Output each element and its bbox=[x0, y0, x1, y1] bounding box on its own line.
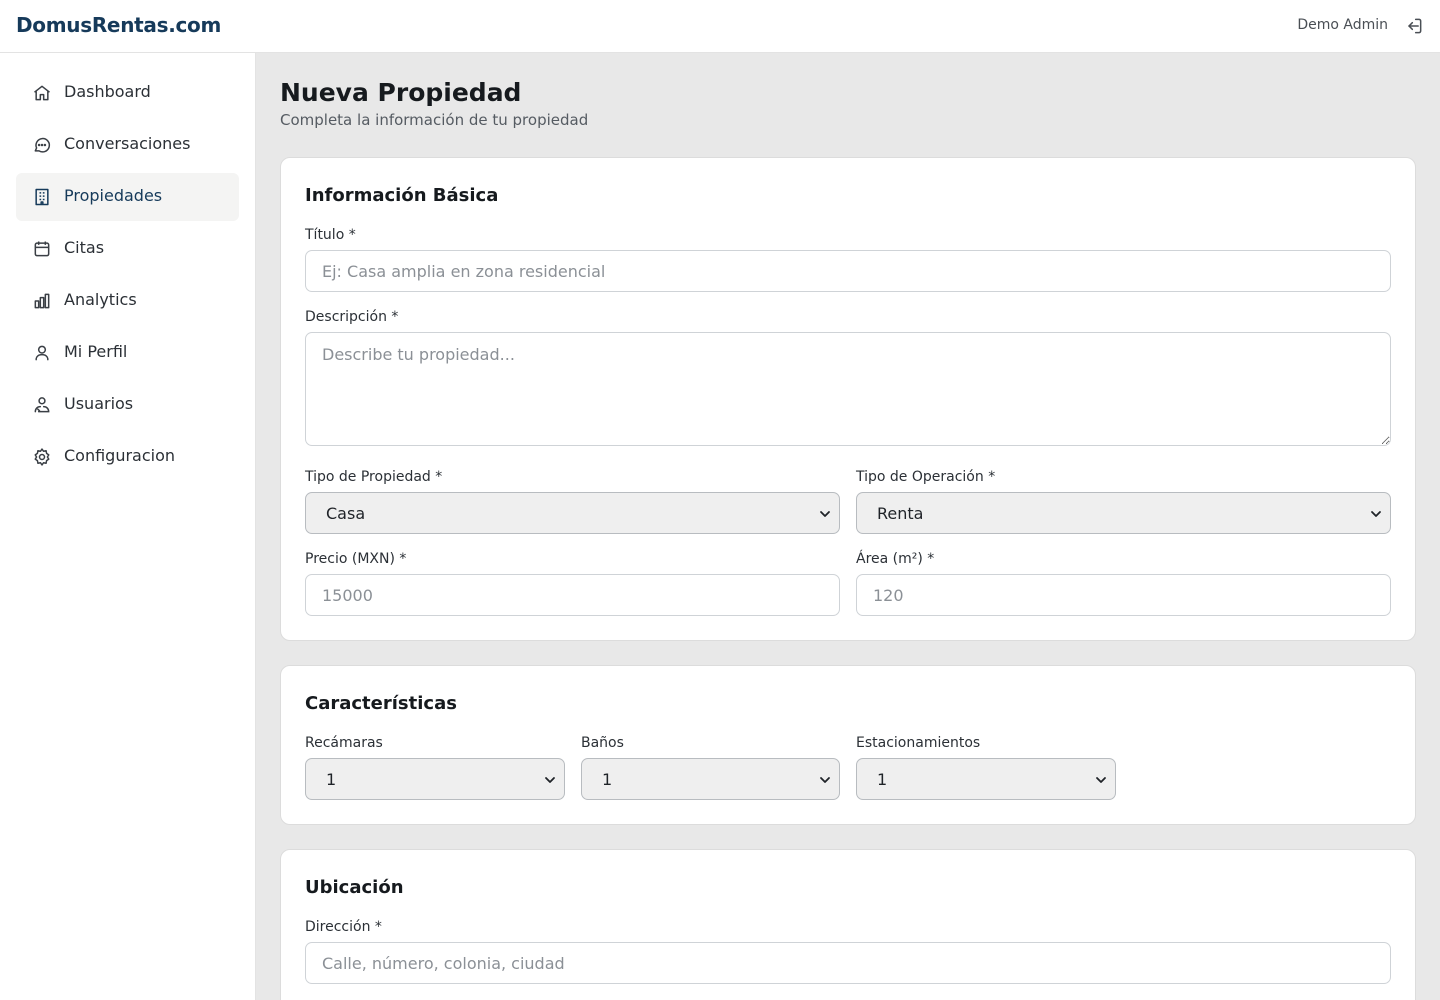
recamaras-select[interactable]: 1 bbox=[305, 758, 565, 800]
chevron-down-icon bbox=[820, 777, 830, 783]
titulo-input[interactable] bbox=[305, 250, 1391, 292]
sidebar-item-usuarios[interactable]: Usuarios bbox=[16, 381, 239, 429]
select-value: Renta bbox=[877, 504, 924, 523]
chevron-down-icon bbox=[545, 777, 555, 783]
user-name: Demo Admin bbox=[1297, 17, 1388, 33]
recamaras-label: Recámaras bbox=[305, 735, 383, 751]
gear-icon bbox=[34, 448, 50, 466]
sidebar-item-label: Propiedades bbox=[64, 186, 163, 205]
tipo-operacion-select[interactable]: Renta bbox=[856, 492, 1391, 534]
sidebar-item-dashboard[interactable]: Dashboard bbox=[16, 69, 239, 117]
users-icon bbox=[34, 397, 50, 413]
banos-label: Baños bbox=[581, 735, 624, 751]
section-title: Características bbox=[305, 693, 457, 714]
top-bar: DomusRentas.com Demo Admin bbox=[0, 0, 1440, 53]
titulo-label: Título * bbox=[305, 227, 356, 243]
logout-icon[interactable] bbox=[1404, 16, 1424, 36]
sidebar-item-label: Configuracion bbox=[64, 446, 176, 465]
section-title: Información Básica bbox=[305, 185, 499, 206]
building-icon bbox=[35, 188, 49, 206]
sidebar-item-analytics[interactable]: Analytics bbox=[16, 277, 239, 325]
estacionamientos-label: Estacionamientos bbox=[856, 735, 981, 751]
tipo-propiedad-select[interactable]: Casa bbox=[305, 492, 840, 534]
page-subtitle: Completa la información de tu propiedad bbox=[280, 111, 589, 129]
home-icon bbox=[34, 85, 50, 101]
precio-label: Precio (MXN) * bbox=[305, 551, 407, 567]
page-title: Nueva Propiedad bbox=[280, 78, 522, 107]
section-title: Ubicación bbox=[305, 877, 404, 898]
sidebar-item-label: Usuarios bbox=[64, 394, 134, 413]
sidebar-item-label: Dashboard bbox=[64, 82, 151, 101]
descripcion-textarea[interactable] bbox=[305, 332, 1391, 446]
bar-chart-icon bbox=[34, 293, 50, 309]
area-input[interactable] bbox=[856, 574, 1391, 616]
user-icon bbox=[35, 345, 49, 361]
tipo-operacion-label: Tipo de Operación * bbox=[856, 469, 996, 485]
location-card: Ubicación Dirección * bbox=[280, 849, 1416, 1000]
sidebar-item-mi-perfil[interactable]: Mi Perfil bbox=[16, 329, 239, 377]
sidebar-item-label: Mi Perfil bbox=[64, 342, 128, 361]
sidebar-item-label: Citas bbox=[64, 238, 105, 257]
basic-info-card: Información Básica Título * Descripción … bbox=[280, 157, 1416, 641]
sidebar-item-propiedades[interactable]: Propiedades bbox=[16, 173, 239, 221]
select-value: 1 bbox=[326, 770, 337, 789]
estacionamientos-select[interactable]: 1 bbox=[856, 758, 1116, 800]
sidebar: Dashboard Conversaciones Propiedades Cit… bbox=[0, 53, 256, 1000]
sidebar-item-citas[interactable]: Citas bbox=[16, 225, 239, 273]
descripcion-label: Descripción * bbox=[305, 309, 399, 325]
chevron-down-icon bbox=[1371, 511, 1381, 517]
select-value: 1 bbox=[877, 770, 888, 789]
calendar-icon bbox=[34, 241, 50, 257]
select-value: Casa bbox=[326, 504, 366, 523]
sidebar-item-label: Conversaciones bbox=[64, 134, 191, 153]
sidebar-item-conversaciones[interactable]: Conversaciones bbox=[16, 121, 239, 169]
select-value: 1 bbox=[602, 770, 613, 789]
sidebar-item-label: Analytics bbox=[64, 290, 137, 309]
direccion-label: Dirección * bbox=[305, 919, 382, 935]
chevron-down-icon bbox=[1096, 777, 1106, 783]
tipo-propiedad-label: Tipo de Propiedad * bbox=[305, 469, 443, 485]
app-logo[interactable]: DomusRentas.com bbox=[16, 13, 221, 37]
banos-select[interactable]: 1 bbox=[581, 758, 840, 800]
chat-icon bbox=[34, 137, 51, 153]
features-card: Características Recámaras 1 Baños 1 Esta… bbox=[280, 665, 1416, 825]
sidebar-item-configuracion[interactable]: Configuracion bbox=[16, 433, 239, 481]
precio-input[interactable] bbox=[305, 574, 840, 616]
direccion-input[interactable] bbox=[305, 942, 1391, 984]
chevron-down-icon bbox=[820, 511, 830, 517]
main-content: Nueva Propiedad Completa la información … bbox=[256, 53, 1440, 1000]
area-label: Área (m²) * bbox=[856, 551, 935, 567]
